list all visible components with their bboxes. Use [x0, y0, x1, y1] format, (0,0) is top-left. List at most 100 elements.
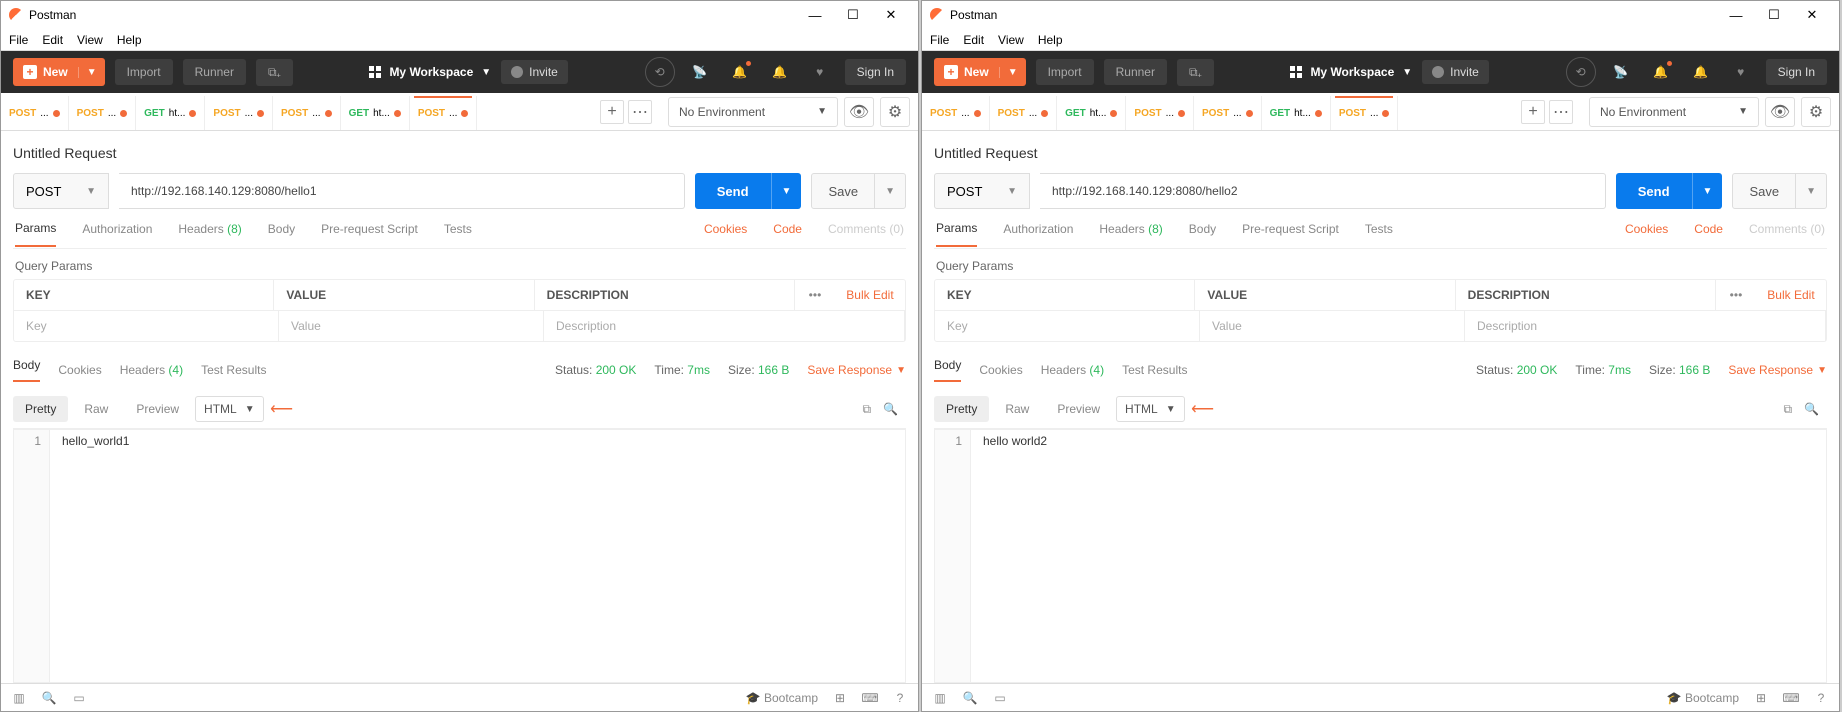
sync-icon[interactable]: ⟲: [1566, 57, 1596, 87]
wrap-lines-icon[interactable]: ⟵: [268, 397, 296, 421]
find-icon[interactable]: 🔍: [962, 690, 978, 706]
invite-button[interactable]: Invite: [1422, 60, 1489, 84]
menu-help[interactable]: Help: [1038, 33, 1063, 47]
view-preview[interactable]: Preview: [1045, 396, 1112, 422]
comments-link[interactable]: Comments (0): [1749, 222, 1825, 236]
bulk-edit-link[interactable]: Bulk Edit: [1756, 280, 1826, 310]
resp-tab-body[interactable]: Body: [934, 358, 961, 382]
value-input[interactable]: Value: [1200, 311, 1465, 341]
description-input[interactable]: Description: [544, 311, 905, 341]
tab-prerequest[interactable]: Pre-request Script: [1242, 212, 1339, 246]
bell-icon[interactable]: 🔔: [765, 57, 795, 87]
value-input[interactable]: Value: [279, 311, 544, 341]
tab-params[interactable]: Params: [936, 211, 977, 247]
menu-file[interactable]: File: [9, 33, 28, 47]
help-icon[interactable]: ?: [1813, 690, 1829, 706]
new-tab-button[interactable]: +: [600, 100, 624, 124]
bootcamp-link[interactable]: 🎓 Bootcamp: [746, 691, 818, 705]
maximize-button[interactable]: ☐: [834, 2, 872, 28]
copy-icon[interactable]: ⧉: [862, 402, 871, 417]
signin-button[interactable]: Sign In: [845, 59, 906, 85]
satellite-icon[interactable]: 📡: [685, 57, 715, 87]
new-dropdown[interactable]: ▼: [78, 67, 105, 78]
view-pretty[interactable]: Pretty: [13, 396, 68, 422]
tab-post[interactable]: POST...: [1, 96, 69, 130]
runner-button[interactable]: Runner: [183, 59, 246, 85]
bootcamp-link[interactable]: 🎓 Bootcamp: [1667, 691, 1739, 705]
menu-view[interactable]: View: [77, 33, 103, 47]
view-raw[interactable]: Raw: [72, 396, 120, 422]
description-input[interactable]: Description: [1465, 311, 1826, 341]
workspace-selector[interactable]: My Workspace▼: [369, 65, 491, 79]
tab-get[interactable]: GETht...: [136, 96, 205, 130]
tab-options-button[interactable]: ⋯: [628, 100, 652, 124]
col-options[interactable]: •••: [1716, 280, 1756, 310]
format-select[interactable]: HTML▼: [1116, 396, 1185, 422]
environment-select[interactable]: No Environment▼: [1589, 97, 1759, 127]
tab-post[interactable]: POST...: [990, 96, 1058, 130]
resp-tab-cookies[interactable]: Cookies: [58, 363, 101, 377]
response-text[interactable]: hello_world1: [50, 430, 141, 682]
pane-layout-icon[interactable]: ⊞: [832, 690, 848, 706]
tab-params[interactable]: Params: [15, 211, 56, 247]
menu-edit[interactable]: Edit: [42, 33, 63, 47]
tab-post[interactable]: POST...: [69, 96, 137, 130]
runner-button[interactable]: Runner: [1104, 59, 1167, 85]
help-icon[interactable]: ?: [892, 690, 908, 706]
col-options[interactable]: •••: [795, 280, 835, 310]
bell-icon[interactable]: 🔔: [1686, 57, 1716, 87]
resp-tab-cookies[interactable]: Cookies: [979, 363, 1022, 377]
minimize-button[interactable]: —: [1717, 2, 1755, 28]
code-link[interactable]: Code: [773, 222, 802, 236]
settings-gear-icon[interactable]: ⚙: [880, 97, 910, 127]
close-button[interactable]: ✕: [1793, 2, 1831, 28]
resp-tab-body[interactable]: Body: [13, 358, 40, 382]
notifications-icon[interactable]: 🔔: [1646, 57, 1676, 87]
resp-tab-tests[interactable]: Test Results: [201, 363, 266, 377]
response-text[interactable]: hello world2: [971, 430, 1059, 682]
copy-icon[interactable]: ⧉: [1783, 402, 1792, 417]
save-dropdown[interactable]: ▼: [874, 174, 905, 208]
tab-body[interactable]: Body: [1189, 212, 1216, 246]
format-select[interactable]: HTML▼: [195, 396, 264, 422]
save-button[interactable]: Save▼: [811, 173, 906, 209]
url-input[interactable]: http://192.168.140.129:8080/hello2: [1040, 173, 1606, 209]
new-dropdown[interactable]: ▼: [999, 67, 1026, 78]
menu-view[interactable]: View: [998, 33, 1024, 47]
send-dropdown[interactable]: ▼: [771, 173, 802, 209]
close-button[interactable]: ✕: [872, 2, 910, 28]
menu-edit[interactable]: Edit: [963, 33, 984, 47]
send-dropdown[interactable]: ▼: [1692, 173, 1723, 209]
sidebar-toggle-icon[interactable]: ▥: [932, 690, 948, 706]
environment-select[interactable]: No Environment▼: [668, 97, 838, 127]
keyboard-icon[interactable]: ⌨: [1783, 690, 1799, 706]
new-button[interactable]: +New ▼: [13, 58, 105, 86]
tab-post-active[interactable]: POST...: [410, 96, 478, 130]
pane-layout-icon[interactable]: ⊞: [1753, 690, 1769, 706]
signin-button[interactable]: Sign In: [1766, 59, 1827, 85]
console-icon[interactable]: ▭: [71, 690, 87, 706]
tab-authorization[interactable]: Authorization: [1003, 212, 1073, 246]
heart-icon[interactable]: ♥: [1726, 57, 1756, 87]
tab-get[interactable]: GETht...: [1262, 96, 1331, 130]
new-tab-button[interactable]: +: [1521, 100, 1545, 124]
tab-headers[interactable]: Headers (8): [1099, 212, 1162, 246]
minimize-button[interactable]: —: [796, 2, 834, 28]
tab-tests[interactable]: Tests: [1365, 212, 1393, 246]
key-input[interactable]: Key: [14, 311, 279, 341]
new-button[interactable]: +New ▼: [934, 58, 1026, 86]
tab-get[interactable]: GETht...: [341, 96, 410, 130]
sync-icon[interactable]: ⟲: [645, 57, 675, 87]
tab-post[interactable]: POST...: [273, 96, 341, 130]
view-pretty[interactable]: Pretty: [934, 396, 989, 422]
bulk-edit-link[interactable]: Bulk Edit: [835, 280, 905, 310]
method-select[interactable]: POST▼: [934, 173, 1030, 209]
tab-post[interactable]: POST...: [205, 96, 273, 130]
tab-post[interactable]: POST...: [922, 96, 990, 130]
save-response-link[interactable]: Save Response ▼: [1728, 363, 1827, 377]
save-button[interactable]: Save▼: [1732, 173, 1827, 209]
search-icon[interactable]: 🔍: [1796, 402, 1827, 416]
tab-authorization[interactable]: Authorization: [82, 212, 152, 246]
open-new-icon[interactable]: ⧉₊: [1177, 59, 1214, 86]
tab-post[interactable]: POST...: [1126, 96, 1194, 130]
